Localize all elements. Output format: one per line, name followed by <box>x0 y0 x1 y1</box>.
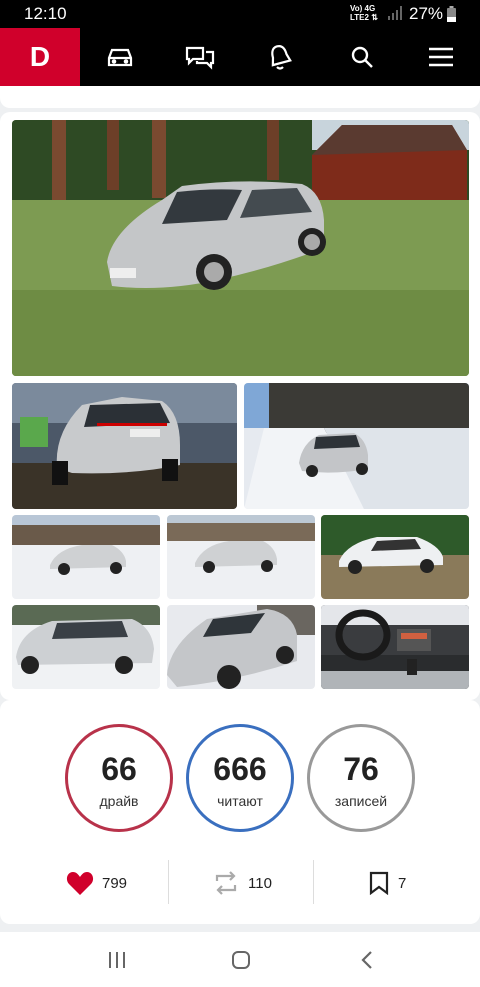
back-button[interactable] <box>352 948 382 972</box>
signal-icon <box>388 6 402 20</box>
network-indicator: Vo) 4G LTE2 ⇅ <box>350 4 378 22</box>
posts-stat[interactable]: 76 записей <box>307 724 415 832</box>
menu-button[interactable] <box>411 28 471 86</box>
battery-icon <box>447 6 456 22</box>
search-icon <box>351 46 373 68</box>
followers-count: 666 <box>213 751 267 787</box>
main-car-photo[interactable] <box>12 120 469 376</box>
drive-count: 66 <box>101 751 137 787</box>
repost-button[interactable]: 110 <box>212 868 272 898</box>
bell-icon <box>271 45 292 70</box>
photo-gallery <box>0 112 480 700</box>
reposts-count: 110 <box>248 874 272 892</box>
chat-icon <box>185 46 215 70</box>
snow-road-photo[interactable] <box>244 383 469 509</box>
recent-apps-button[interactable] <box>102 948 132 972</box>
status-time: 12:10 <box>24 4 67 23</box>
battery-percent: 27% <box>409 4 444 23</box>
previous-card-bottom <box>0 86 480 108</box>
recent-apps-icon <box>109 952 125 968</box>
messages-button[interactable] <box>170 28 230 86</box>
rear-view-photo[interactable] <box>12 383 237 509</box>
home-icon <box>232 951 250 969</box>
snow-side-photo-1[interactable] <box>12 515 160 599</box>
followers-label: читают <box>217 793 263 809</box>
interior-photo[interactable] <box>321 605 469 689</box>
back-icon <box>361 951 372 969</box>
bookmark-button[interactable]: 7 <box>368 868 406 898</box>
snow-side-photo-2[interactable] <box>167 515 315 599</box>
hamburger-icon <box>429 47 453 67</box>
notifications-button[interactable] <box>250 28 310 86</box>
divider <box>168 860 169 904</box>
bookmark-icon <box>369 871 389 895</box>
drive2-logo[interactable]: D <box>0 28 80 86</box>
car-icon <box>107 48 133 67</box>
home-button[interactable] <box>226 948 256 972</box>
system-nav-bar <box>0 932 480 987</box>
search-button[interactable] <box>332 28 392 86</box>
bookmarks-count: 7 <box>398 874 407 892</box>
heart-icon <box>66 872 94 895</box>
drive-stat[interactable]: 66 драйв <box>65 724 173 832</box>
status-bar: 12:10 Vo) 4G LTE2 ⇅ 27% <box>0 0 480 28</box>
profile-stats-card: 66 драйв 666 читают 76 записей 799 110 7 <box>0 700 480 924</box>
app-header: D <box>0 28 480 86</box>
green-field-photo[interactable] <box>321 515 469 599</box>
like-button[interactable]: 799 <box>66 868 127 898</box>
posts-label: записей <box>334 793 388 809</box>
divider <box>313 860 314 904</box>
front-quarter-photo[interactable] <box>167 605 315 689</box>
snow-front-photo[interactable] <box>12 605 160 689</box>
drive-label: драйв <box>99 793 139 809</box>
likes-count: 799 <box>102 874 128 892</box>
repost-icon <box>215 871 237 895</box>
posts-count: 76 <box>343 751 379 787</box>
followers-stat[interactable]: 666 читают <box>186 724 294 832</box>
garage-button[interactable] <box>90 28 150 86</box>
